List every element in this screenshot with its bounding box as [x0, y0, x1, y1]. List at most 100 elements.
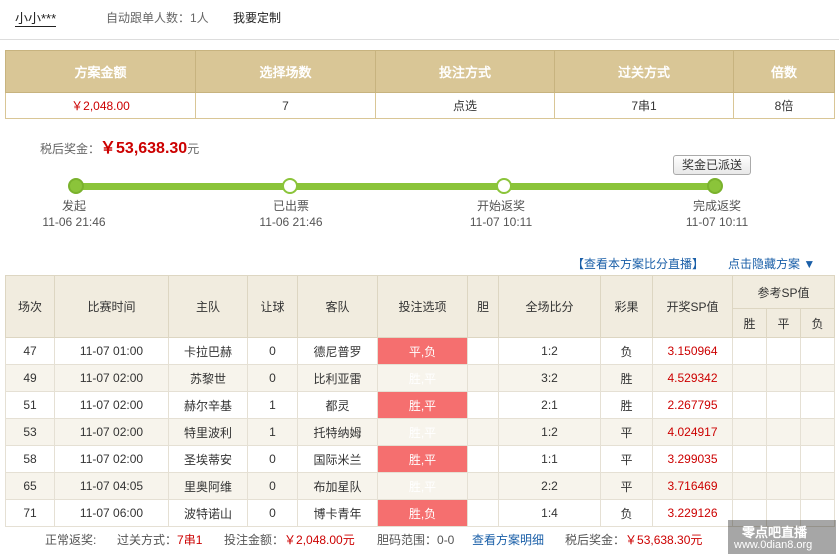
- cell-match-no: 49: [5, 364, 55, 392]
- footer-prize-value: ￥53,638.30元: [625, 533, 703, 547]
- bet-method-value: 点选: [375, 92, 555, 119]
- stage-time: 11-07 10:11: [469, 215, 533, 229]
- cell-sp-draw: [766, 337, 801, 365]
- cell-banker: [467, 418, 499, 446]
- user-name-link[interactable]: 小小***: [15, 11, 57, 27]
- cell-sp-draw: [766, 364, 801, 392]
- cell-sp-win: [732, 391, 767, 419]
- col-header-home-team: 主队: [168, 275, 248, 338]
- cell-home-team: 圣埃蒂安: [168, 445, 248, 473]
- cell-sp-draw: [766, 418, 801, 446]
- cell-bet-option: 胜,负: [377, 499, 468, 527]
- cell-match-no: 58: [5, 445, 55, 473]
- cell-sp-win: [732, 445, 767, 473]
- col-header-sp-draw: 平: [766, 308, 801, 338]
- stage-time: 11-06 21:46: [259, 215, 323, 229]
- col-header-result: 彩果: [600, 275, 653, 338]
- cell-handicap: 0: [247, 472, 298, 500]
- cell-draw-sp: 3.150964: [652, 337, 733, 365]
- cell-away-team: 比利亚雷: [297, 364, 378, 392]
- cell-home-team: 赫尔辛基: [168, 391, 248, 419]
- cell-match-time: 11-07 04:05: [54, 472, 169, 500]
- cell-bet-option: 平,负: [377, 337, 468, 365]
- cell-sp-loss: [800, 337, 835, 365]
- stage-payout-done: 完成返奖 11-07 10:11: [667, 198, 767, 230]
- stage-name: 已出票: [272, 199, 309, 213]
- cell-result: 胜: [600, 391, 653, 419]
- footer-prize: 税后奖金：￥53,638.30元: [565, 528, 702, 552]
- col-header-match-time: 比赛时间: [54, 275, 169, 338]
- header-pass-method: 过关方式: [554, 50, 734, 93]
- cell-banker: [467, 364, 499, 392]
- cell-match-time: 11-07 01:00: [54, 337, 169, 365]
- cell-away-team: 德尼普罗: [297, 337, 378, 365]
- plan-detail-link[interactable]: 查看方案明细: [472, 528, 544, 552]
- table-row: 65 11-07 04:05 里奥阿维 0 布加星队 胜,平 2:2 平 3.716469: [5, 472, 835, 500]
- stage-dot-payout-done: [707, 178, 723, 194]
- footer-bet-value: ￥2,048.00元: [284, 533, 355, 547]
- prize-dispatched-button[interactable]: 奖金已派送: [673, 155, 751, 175]
- footer-status: 正常返奖:: [45, 533, 97, 547]
- col-header-bet-option: 投注选项: [377, 275, 468, 338]
- cell-handicap: 0: [247, 337, 298, 365]
- top-bar: 小小*** 自动跟单人数：1人 我要定制: [0, 0, 839, 40]
- cell-banker: [467, 337, 499, 365]
- cell-bet-option: 胜,平: [377, 364, 468, 392]
- cell-bet-option: 胜,平: [377, 445, 468, 473]
- cell-match-no: 65: [5, 472, 55, 500]
- cell-away-team: 博卡青年: [297, 499, 378, 527]
- cell-home-team: 特里波利: [168, 418, 248, 446]
- footer-pass-value: 7串1: [177, 533, 203, 547]
- col-header-sp-loss: 负: [800, 308, 835, 338]
- footer-range-label: 胆码范围：: [377, 533, 438, 547]
- cell-bet-option: 胜,平: [377, 418, 468, 446]
- cell-sp-draw: [766, 445, 801, 473]
- cell-draw-sp: 3.716469: [652, 472, 733, 500]
- prize-amount: ￥53,638.30: [100, 140, 188, 157]
- table-row: 71 11-07 06:00 波特诺山 0 博卡青年 胜,负 1:4 负 3.229126: [5, 499, 835, 527]
- header-plan-amount: 方案金额: [5, 50, 196, 93]
- cell-match-time: 11-07 02:00: [54, 391, 169, 419]
- footer-prize-label: 税后奖金：: [565, 533, 626, 547]
- live-score-link[interactable]: 【查看本方案比分直播】: [572, 255, 704, 272]
- cell-match-no: 53: [5, 418, 55, 446]
- cell-sp-loss: [800, 418, 835, 446]
- cell-match-no: 47: [5, 337, 55, 365]
- cell-home-team: 里奥阿维: [168, 472, 248, 500]
- stage-start: 发起 11-06 21:46: [24, 198, 124, 230]
- stage-name: 发起: [61, 199, 86, 213]
- col-header-match-no: 场次: [5, 275, 55, 338]
- cell-match-time: 11-07 02:00: [54, 364, 169, 392]
- cell-sp-loss: [800, 445, 835, 473]
- col-header-sp-win: 胜: [732, 308, 767, 338]
- cell-full-score: 1:2: [498, 337, 601, 365]
- progress-track: [76, 183, 716, 190]
- custom-plan-link[interactable]: 我要定制: [233, 11, 281, 26]
- after-tax-prize: 税后奖金：￥53,638.30元: [40, 134, 199, 158]
- col-header-away-team: 客队: [297, 275, 378, 338]
- header-bet-method: 投注方式: [375, 50, 555, 93]
- stage-payout-start: 开始返奖 11-07 10:11: [451, 198, 551, 230]
- cell-draw-sp: 3.229126: [652, 499, 733, 527]
- cell-sp-loss: [800, 391, 835, 419]
- cell-home-team: 卡拉巴赫: [168, 337, 248, 365]
- cell-bet-option: 胜,平: [377, 391, 468, 419]
- pass-method-value: 7串1: [554, 92, 734, 119]
- cell-sp-loss: [800, 472, 835, 500]
- multiple-value: 8倍: [733, 92, 835, 119]
- cell-away-team: 托特纳姆: [297, 418, 378, 446]
- cell-handicap: 1: [247, 418, 298, 446]
- col-header-banker: 胆: [467, 275, 499, 338]
- cell-match-time: 11-07 02:00: [54, 418, 169, 446]
- cell-sp-win: [732, 472, 767, 500]
- cell-match-time: 11-07 02:00: [54, 445, 169, 473]
- footer-range: 胆码范围：0-0: [377, 528, 454, 552]
- stage-ticketed: 已出票 11-06 21:46: [241, 198, 341, 230]
- cell-full-score: 2:1: [498, 391, 601, 419]
- stage-dot-start: [68, 178, 84, 194]
- hide-plan-link[interactable]: 点击隐藏方案 ▼: [728, 255, 815, 272]
- stage-time: 11-06 21:46: [42, 215, 106, 229]
- col-header-handicap: 让球: [247, 275, 298, 338]
- plan-amount-value: ￥2,048.00: [5, 92, 196, 119]
- cell-result: 平: [600, 445, 653, 473]
